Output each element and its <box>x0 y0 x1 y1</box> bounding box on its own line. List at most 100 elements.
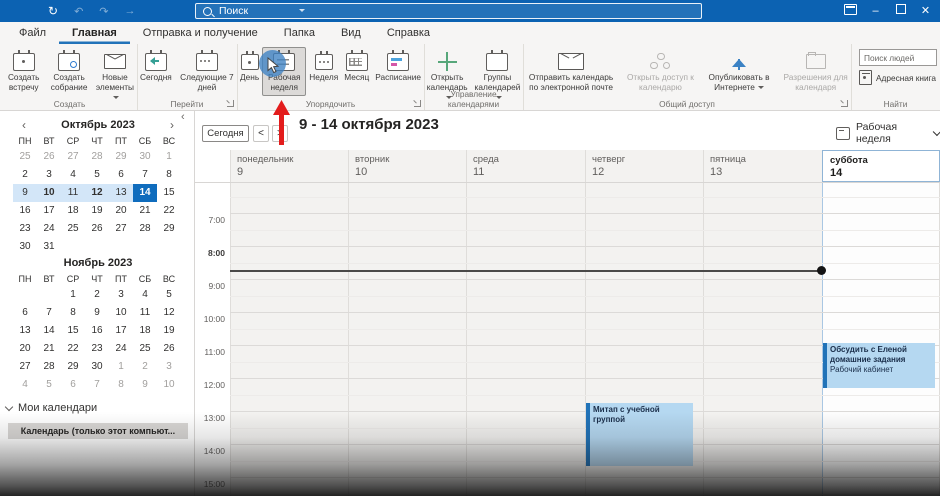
day-header-суббота[interactable]: суббота14 <box>822 150 940 182</box>
minical-day[interactable]: 11 <box>133 304 157 322</box>
minical-day[interactable]: 17 <box>109 322 133 340</box>
my-calendars-header[interactable]: Мои календари <box>6 402 97 414</box>
minical-day[interactable]: 10 <box>157 376 181 394</box>
minical-day[interactable]: 27 <box>61 148 85 166</box>
view-selector-dropdown[interactable]: Рабочая неделя <box>836 124 940 142</box>
address-book-button[interactable]: Адресная книга <box>859 70 936 85</box>
minimize-button[interactable]: – <box>863 0 888 22</box>
minical-day[interactable]: 30 <box>13 238 37 256</box>
day-header-понедельник[interactable]: понедельник9 <box>230 150 348 182</box>
minical-day[interactable]: 15 <box>61 322 85 340</box>
minical-day[interactable]: 21 <box>133 202 157 220</box>
minical-day[interactable]: 6 <box>109 166 133 184</box>
minical-day[interactable]: 25 <box>133 340 157 358</box>
event-суббота[interactable]: Обсудить с Еленой домашние заданияРабочи… <box>823 343 935 388</box>
email-calendar-button[interactable]: Отправить календарь по электронной почте <box>523 47 619 96</box>
day-header-четверг[interactable]: четверг12 <box>585 150 703 182</box>
minical-day[interactable]: 4 <box>61 166 85 184</box>
tab-Вид[interactable]: Вид <box>328 22 374 44</box>
minical-day[interactable]: 3 <box>37 166 61 184</box>
minical-day[interactable]: 14 <box>133 184 157 202</box>
minical-day[interactable]: 8 <box>157 166 181 184</box>
minical-day[interactable]: 5 <box>157 286 181 304</box>
minical-day[interactable]: 20 <box>109 202 133 220</box>
find-people-input[interactable]: Поиск людей <box>859 49 937 66</box>
month-view-button[interactable]: Месяц <box>341 47 372 86</box>
minical-day[interactable]: 7 <box>85 376 109 394</box>
minical-day[interactable]: 20 <box>13 340 37 358</box>
minical-day[interactable]: 27 <box>109 220 133 238</box>
minical-day[interactable]: 16 <box>85 322 109 340</box>
minical-day[interactable]: 29 <box>61 358 85 376</box>
minical-day[interactable]: 22 <box>61 340 85 358</box>
minical-day[interactable]: 26 <box>37 148 61 166</box>
minical-day[interactable]: 9 <box>85 304 109 322</box>
minical-day[interactable]: 30 <box>133 148 157 166</box>
minical-prev-button[interactable]: ‹ <box>17 117 31 134</box>
minical-day[interactable]: 13 <box>13 322 37 340</box>
tab-Отправка и получение[interactable]: Отправка и получение <box>130 22 271 44</box>
minical-day[interactable]: 17 <box>37 202 61 220</box>
go-to-today-button[interactable]: Сегодня <box>202 125 249 142</box>
minical-day[interactable]: 23 <box>13 220 37 238</box>
minical-day[interactable]: 2 <box>13 166 37 184</box>
dialog-launcher-icon[interactable] <box>227 100 234 107</box>
minical-day[interactable]: 9 <box>133 376 157 394</box>
ribbon-display-options-button[interactable] <box>838 0 863 22</box>
next-7-days-button[interactable]: Следующие 7 дней <box>177 47 237 96</box>
minical-day[interactable]: 14 <box>37 322 61 340</box>
minical-day[interactable]: 8 <box>61 304 85 322</box>
minical-day[interactable]: 23 <box>85 340 109 358</box>
maximize-button[interactable] <box>888 0 913 22</box>
minical-day[interactable]: 28 <box>85 148 109 166</box>
minical-day[interactable]: 6 <box>13 304 37 322</box>
minical-day[interactable]: 24 <box>37 220 61 238</box>
minical-day[interactable]: 2 <box>133 358 157 376</box>
tab-Файл[interactable]: Файл <box>6 22 59 44</box>
minical-day[interactable]: 2 <box>85 286 109 304</box>
minical-day[interactable]: 1 <box>109 358 133 376</box>
minical-day[interactable]: 7 <box>37 304 61 322</box>
minical-day[interactable]: 5 <box>85 166 109 184</box>
minical-day[interactable]: 13 <box>109 184 133 202</box>
minical-day[interactable]: 6 <box>61 376 85 394</box>
minical-day[interactable]: 19 <box>85 202 109 220</box>
minical-day[interactable]: 19 <box>157 322 181 340</box>
create-appointment-button[interactable]: Создать встречу <box>2 47 45 96</box>
minical-day[interactable]: 3 <box>109 286 133 304</box>
minical-day[interactable]: 1 <box>61 286 85 304</box>
new-items-button[interactable]: Новые элементы <box>93 47 137 105</box>
minical-day[interactable]: 29 <box>109 148 133 166</box>
minical-day[interactable]: 7 <box>133 166 157 184</box>
minical-day[interactable]: 26 <box>85 220 109 238</box>
dialog-launcher-icon[interactable] <box>414 100 421 107</box>
minical-day[interactable]: 18 <box>61 202 85 220</box>
minical-day[interactable]: 9 <box>13 184 37 202</box>
minical-day[interactable]: 10 <box>109 304 133 322</box>
sync-icon[interactable]: ↻ <box>48 4 58 18</box>
create-meeting-button[interactable]: Создать собрание <box>47 47 90 96</box>
minical-day[interactable]: 10 <box>37 184 61 202</box>
minical-day[interactable]: 12 <box>85 184 109 202</box>
minical-day[interactable]: 8 <box>109 376 133 394</box>
calendar-list-item[interactable]: Календарь (только этот компьют... <box>8 423 188 439</box>
week-view-button[interactable]: Неделя <box>306 47 341 86</box>
minical-day[interactable]: 16 <box>13 202 37 220</box>
minical-day[interactable]: 28 <box>37 358 61 376</box>
minical-next-button[interactable]: › <box>165 117 179 134</box>
minical-day[interactable]: 30 <box>85 358 109 376</box>
minical-day[interactable]: 31 <box>37 238 61 256</box>
minical-day[interactable]: 29 <box>157 220 181 238</box>
tab-Справка[interactable]: Справка <box>374 22 443 44</box>
minical-day[interactable]: 22 <box>157 202 181 220</box>
minical-day[interactable]: 3 <box>157 358 181 376</box>
minical-day[interactable]: 24 <box>109 340 133 358</box>
tab-Папка[interactable]: Папка <box>271 22 328 44</box>
event-четверг[interactable]: Митап с учебной группой <box>586 403 693 466</box>
minical-day[interactable]: 27 <box>13 358 37 376</box>
dialog-launcher-icon[interactable] <box>841 100 848 107</box>
minical-day[interactable]: 25 <box>13 148 37 166</box>
publish-online-button[interactable]: Опубликовать в Интернете <box>702 47 777 96</box>
day-header-вторник[interactable]: вторник10 <box>348 150 466 182</box>
minical-day[interactable]: 12 <box>157 304 181 322</box>
